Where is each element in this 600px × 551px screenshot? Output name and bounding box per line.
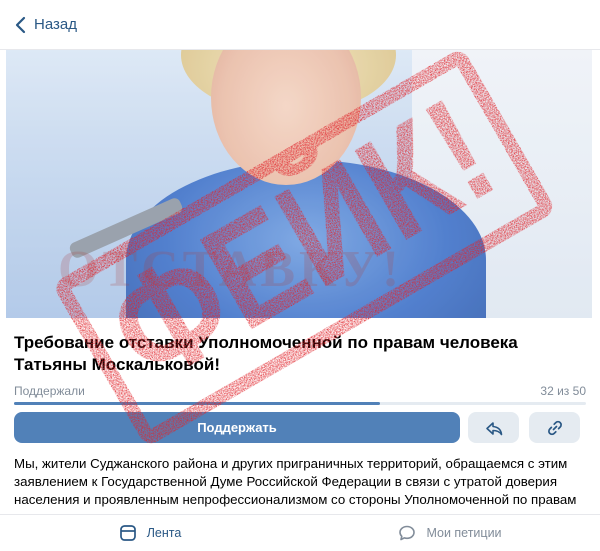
link-icon <box>547 420 562 435</box>
feed-icon <box>119 525 136 541</box>
action-row: Поддержать <box>14 412 586 443</box>
supported-label: Поддержали <box>14 384 85 398</box>
progress-bar-fill <box>14 402 381 405</box>
back-label: Назад <box>34 16 77 33</box>
copy-link-button[interactable] <box>529 412 580 443</box>
share-icon <box>485 421 502 435</box>
hero-overlay <box>6 50 592 318</box>
tab-my-petitions[interactable]: Мои петиции <box>300 515 600 551</box>
tab-feed[interactable]: Лента <box>0 515 300 551</box>
top-bar: Назад <box>0 0 600 50</box>
signature-count: 32 из 50 <box>540 384 586 398</box>
support-button[interactable]: Поддержать <box>14 412 460 443</box>
back-button[interactable]: Назад <box>14 16 77 34</box>
petition-cover-image: ОТСТАВКУ! <box>6 50 592 318</box>
petition-title: Требование отставки Уполномоченной по пр… <box>14 333 518 374</box>
tab-my-petitions-label: Мои петиции <box>426 526 502 540</box>
petition-description: Мы, жители Суджанского района и других п… <box>14 456 577 507</box>
progress-bar <box>14 402 586 405</box>
tab-feed-label: Лента <box>146 526 182 540</box>
chevron-left-icon <box>15 16 26 33</box>
progress-info: Поддержали 32 из 50 <box>14 384 586 398</box>
share-button[interactable] <box>468 412 519 443</box>
bottom-tab-bar: Лента Мои петиции <box>0 514 600 551</box>
speech-bubble-icon <box>399 525 416 541</box>
